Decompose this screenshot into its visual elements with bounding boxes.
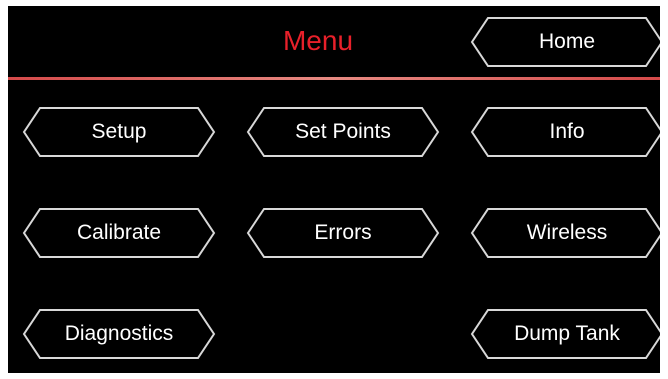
set-points-button-label: Set Points	[295, 120, 391, 143]
errors-button-label: Errors	[314, 221, 372, 244]
set-points-button[interactable]: Set Points	[246, 106, 440, 158]
calibrate-button[interactable]: Calibrate	[22, 207, 216, 259]
errors-button[interactable]: Errors	[246, 207, 440, 259]
wireless-button-label: Wireless	[526, 221, 608, 244]
header-divider	[8, 77, 660, 80]
page-title: Menu	[282, 25, 354, 56]
diagnostics-button[interactable]: Diagnostics	[22, 308, 216, 360]
menu-screen: Menu Home Setup Set Points Info Calibrat…	[8, 6, 660, 373]
diagnostics-button-label: Diagnostics	[64, 322, 174, 345]
home-button-label: Home	[538, 30, 596, 53]
setup-button[interactable]: Setup	[22, 106, 216, 158]
setup-button-label: Setup	[91, 120, 147, 143]
home-button[interactable]: Home	[470, 16, 660, 68]
wireless-button[interactable]: Wireless	[470, 207, 660, 259]
info-button-label: Info	[549, 120, 585, 143]
info-button[interactable]: Info	[470, 106, 660, 158]
dump-tank-button[interactable]: Dump Tank	[470, 308, 660, 360]
dump-tank-button-label: Dump Tank	[514, 322, 620, 345]
calibrate-button-label: Calibrate	[76, 221, 162, 244]
